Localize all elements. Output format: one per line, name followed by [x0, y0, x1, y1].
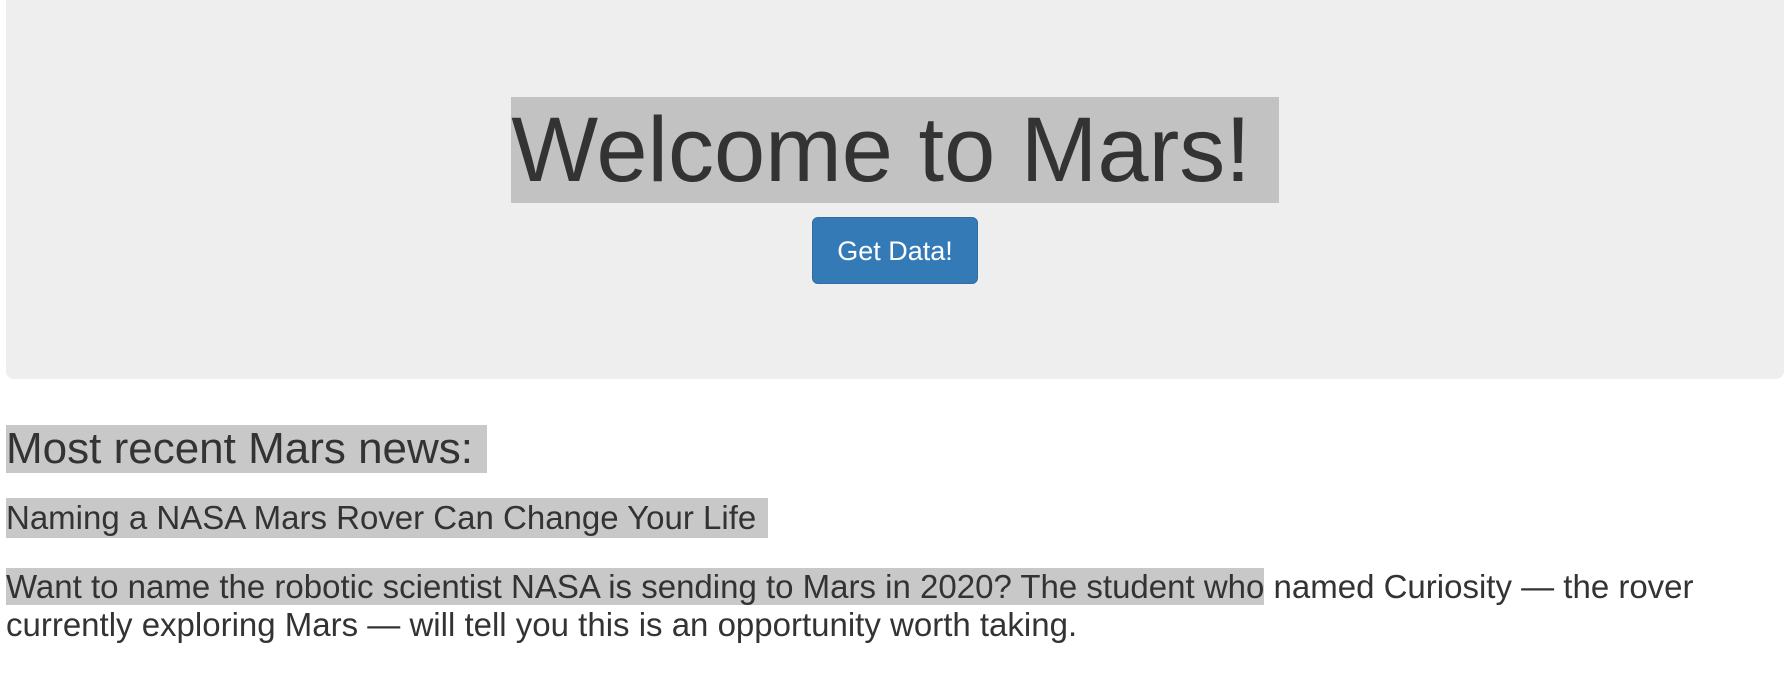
button-wrapper: Get Data! — [6, 217, 1784, 284]
news-paragraph: Want to name the robotic scientist NASA … — [6, 568, 1776, 644]
news-section: Most recent Mars news: Naming a NASA Mar… — [6, 425, 1776, 644]
news-heading: Most recent Mars news: — [6, 425, 488, 473]
news-paragraph-highlighted: Want to name the robotic scientist NASA … — [6, 568, 1265, 605]
jumbotron-title-wrapper: Welcome to Mars! — [6, 97, 1784, 203]
get-data-button[interactable]: Get Data! — [812, 217, 978, 284]
jumbotron: Welcome to Mars! Get Data! — [6, 0, 1784, 379]
news-title-row: Naming a NASA Mars Rover Can Change Your… — [6, 498, 1776, 538]
page: Welcome to Mars! Get Data! Most recent M… — [0, 0, 1784, 687]
page-title: Welcome to Mars! — [511, 97, 1279, 203]
news-title: Naming a NASA Mars Rover Can Change Your… — [6, 498, 769, 538]
